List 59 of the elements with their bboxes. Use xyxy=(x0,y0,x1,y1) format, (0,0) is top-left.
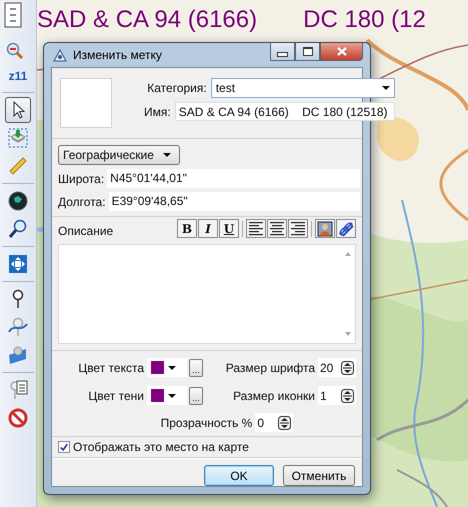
number-spinner[interactable]: 0 xyxy=(255,413,294,432)
color-picker[interactable] xyxy=(147,386,187,405)
bold-button[interactable]: B xyxy=(177,219,197,238)
coordinate-format-dropdown[interactable]: Географические xyxy=(58,145,180,165)
app-icon xyxy=(53,48,67,62)
longitude-field[interactable]: E39°09'48,65" xyxy=(108,192,360,211)
window-title: Изменить метку xyxy=(73,48,162,62)
field-label: Имя: xyxy=(144,104,171,118)
placemark-label: DC 180 (12 xyxy=(303,5,426,35)
minimize-button[interactable] xyxy=(270,43,295,61)
layers-icon[interactable] xyxy=(8,128,28,148)
checkbox-label: Отображать это место на карте xyxy=(73,440,249,454)
image-icon[interactable] xyxy=(317,220,333,236)
description-field[interactable] xyxy=(58,244,356,344)
list-pin-icon[interactable] xyxy=(8,380,28,400)
number-spinner[interactable]: 1 xyxy=(318,386,356,405)
field-label: Размер шрифта xyxy=(226,360,315,374)
route-pin-icon[interactable] xyxy=(8,317,28,337)
name-field[interactable]: SAD & CA 94 (6166) DC 180 (12518) xyxy=(174,102,395,121)
magnifier-icon[interactable] xyxy=(8,219,28,239)
field-label: Долгота: xyxy=(58,194,106,208)
close-icon[interactable] xyxy=(336,47,346,56)
field-label: Категория: xyxy=(147,81,207,95)
spin-arrows-icon[interactable] xyxy=(341,360,354,374)
underline-button[interactable]: U xyxy=(219,219,239,238)
field-label: Цвет текста xyxy=(78,360,144,374)
globe-icon[interactable] xyxy=(8,191,28,211)
maximize-button[interactable] xyxy=(295,43,320,61)
more-button[interactable]: ... xyxy=(189,386,203,404)
area-pin-icon[interactable] xyxy=(8,345,28,365)
cancel-button[interactable]: Отменить xyxy=(283,465,355,486)
field-label: Цвет тени xyxy=(88,388,144,402)
icon-preview xyxy=(60,78,112,128)
zoom-scale-icon[interactable] xyxy=(4,2,22,28)
color-picker[interactable] xyxy=(147,358,187,377)
number-spinner[interactable]: 20 xyxy=(318,358,356,377)
ok-button[interactable]: OK xyxy=(204,465,274,486)
field-label: Размер иконки xyxy=(233,388,315,402)
more-button[interactable]: ... xyxy=(189,358,203,376)
close-button[interactable] xyxy=(320,43,363,61)
checkbox[interactable] xyxy=(58,441,70,453)
field-label: Широта: xyxy=(58,172,104,186)
italic-button[interactable]: I xyxy=(198,219,218,238)
latitude-field[interactable]: N45°01'44,01" xyxy=(107,169,360,188)
align-center-icon[interactable] xyxy=(269,221,285,236)
spin-arrows-icon[interactable] xyxy=(278,416,292,430)
zoom-out-icon[interactable] xyxy=(6,42,22,59)
spin-arrows-icon[interactable] xyxy=(341,388,354,402)
align-left-icon[interactable] xyxy=(248,221,264,236)
link-icon[interactable] xyxy=(338,220,354,236)
field-label: Прозрачность % xyxy=(160,416,252,430)
placemark-label: SAD & CA 94 (6166) xyxy=(37,5,258,35)
ruler-icon[interactable] xyxy=(8,156,28,176)
align-right-icon[interactable] xyxy=(290,221,306,236)
zoom-level: z11 xyxy=(8,69,28,83)
no-sign-icon[interactable] xyxy=(8,408,28,428)
category-combo[interactable]: test xyxy=(210,78,395,98)
field-label: Описание xyxy=(58,224,114,238)
fit-screen-icon[interactable] xyxy=(8,254,28,274)
